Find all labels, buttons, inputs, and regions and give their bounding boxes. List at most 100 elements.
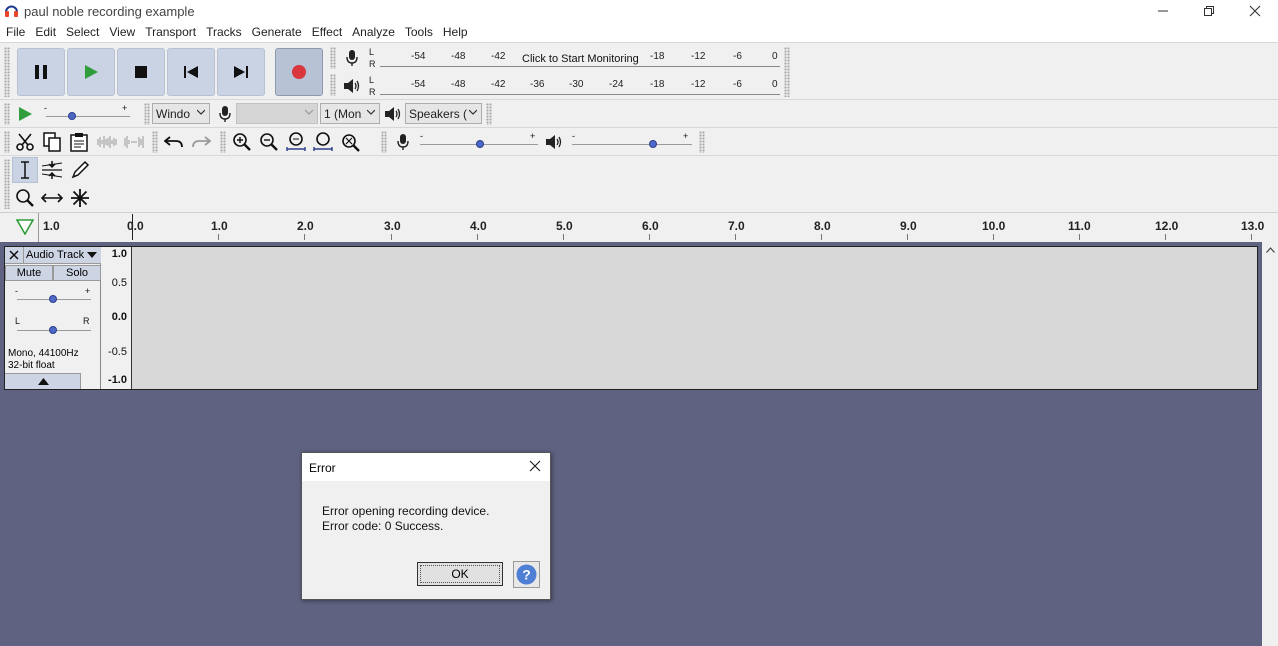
pause-button[interactable]: [17, 48, 65, 96]
meter-tick: -48: [451, 79, 466, 90]
undo-icon: [164, 136, 183, 148]
mute-button[interactable]: Mute: [5, 265, 53, 281]
playback-device-select[interactable]: Speakers (: [405, 103, 482, 124]
tools-toolbar-grip[interactable]: [4, 159, 10, 209]
audio-host-select[interactable]: Windo: [152, 103, 210, 124]
track-name-bar[interactable]: Audio Track: [5, 247, 101, 264]
record-button[interactable]: [275, 48, 323, 96]
ruler-tick: [1251, 234, 1252, 240]
playback-meter[interactable]: -54 -48 -42 -36 -30 -24 -18 -12 -6 0: [380, 74, 780, 98]
solo-button[interactable]: Solo: [53, 265, 101, 281]
scroll-up-arrow-icon[interactable]: [1266, 247, 1275, 253]
timeline-ruler[interactable]: 1.0 0.0 1.0 2.0 3.0 4.0 5.0 6.0 7.0 8.0 …: [0, 212, 1278, 242]
stop-button[interactable]: [117, 48, 165, 96]
menu-analyze[interactable]: Analyze: [352, 22, 395, 42]
track-menu-arrow-icon[interactable]: [87, 252, 97, 259]
menu-effect[interactable]: Effect: [312, 22, 342, 42]
menu-file[interactable]: File: [6, 22, 25, 42]
selection-tool-button[interactable]: [12, 157, 38, 183]
play-icon: [85, 65, 98, 79]
menu-tracks[interactable]: Tracks: [206, 22, 242, 42]
play-volume-slider-track[interactable]: [572, 144, 692, 145]
menu-select[interactable]: Select: [66, 22, 99, 42]
menu-tools[interactable]: Tools: [405, 22, 433, 42]
device-toolbar-grip[interactable]: [144, 103, 150, 125]
ok-button[interactable]: OK: [417, 562, 503, 586]
ruler-label: 3.0: [384, 219, 401, 233]
ruler-label: 12.0: [1155, 219, 1179, 233]
fit-project-button[interactable]: [310, 129, 336, 155]
speed-slider-thumb[interactable]: [68, 112, 76, 120]
speaker-icon: [385, 107, 401, 121]
trim-audio-button[interactable]: [94, 129, 120, 155]
undo-button[interactable]: [161, 129, 187, 155]
paste-button[interactable]: [66, 129, 92, 155]
speaker-meter-button[interactable]: [343, 76, 361, 96]
redo-button[interactable]: [188, 129, 214, 155]
trim-icon: [97, 136, 117, 148]
close-button[interactable]: [1232, 0, 1278, 22]
zoom-in-button[interactable]: [229, 129, 255, 155]
microphone-meter-button[interactable]: [343, 48, 361, 68]
zoom-toolbar-grip[interactable]: [220, 131, 226, 153]
waveform-area[interactable]: [133, 247, 1257, 389]
collapse-track-button[interactable]: [5, 373, 81, 389]
zoom-tool-button[interactable]: [12, 185, 38, 211]
meter-tick: -12: [691, 51, 706, 62]
silence-audio-button[interactable]: [121, 129, 147, 155]
fit-selection-button[interactable]: [283, 129, 309, 155]
audio-track[interactable]: Audio Track Mute Solo - + L R Mono, 4410…: [4, 246, 1258, 390]
meter-tick: -42: [491, 79, 506, 90]
record-meter[interactable]: -54 -48 -42 Click to Start Monitoring -1…: [380, 46, 780, 70]
menu-view[interactable]: View: [109, 22, 135, 42]
zoom-toggle-button[interactable]: [337, 129, 363, 155]
dialog-title-bar: Error: [302, 453, 550, 481]
transport-toolbar-grip[interactable]: [4, 47, 10, 97]
record-meter-grip[interactable]: [330, 47, 336, 69]
dialog-close-icon[interactable]: [528, 459, 542, 473]
help-button[interactable]: ?: [513, 561, 540, 588]
device-toolbar-end-grip: [486, 103, 492, 125]
track-area[interactable]: Audio Track Mute Solo - + L R Mono, 4410…: [0, 242, 1262, 646]
envelope-tool-button[interactable]: [39, 157, 65, 183]
start-monitoring-label[interactable]: Click to Start Monitoring: [522, 53, 639, 65]
undo-toolbar-grip[interactable]: [152, 131, 158, 153]
play-volume-slider-thumb[interactable]: [649, 140, 657, 148]
pan-slider-thumb[interactable]: [49, 326, 57, 334]
amplitude-label: 1.0: [111, 248, 127, 260]
playback-meter-grip[interactable]: [330, 74, 336, 96]
track-name[interactable]: Audio Track: [26, 249, 84, 261]
speed-slider-track[interactable]: [46, 116, 130, 117]
recording-channels-select[interactable]: 1 (Mon: [320, 103, 380, 124]
menu-transport[interactable]: Transport: [145, 22, 196, 42]
ruler-label: 1.0: [43, 219, 60, 233]
menu-help[interactable]: Help: [443, 22, 468, 42]
play-button[interactable]: [67, 48, 115, 96]
rec-volume-slider-thumb[interactable]: [476, 140, 484, 148]
skip-to-start-button[interactable]: [167, 48, 215, 96]
paste-icon: [70, 133, 88, 152]
gain-slider-thumb[interactable]: [49, 295, 57, 303]
menu-generate[interactable]: Generate: [252, 22, 302, 42]
copy-button[interactable]: [39, 129, 65, 155]
play-head-triangle-icon[interactable]: [16, 219, 34, 235]
draw-tool-button[interactable]: [67, 157, 93, 183]
time-shift-tool-button[interactable]: [39, 185, 65, 211]
close-track-icon[interactable]: [9, 250, 19, 260]
edit-toolbar-grip[interactable]: [4, 131, 10, 153]
mixer-toolbar-grip[interactable]: [381, 131, 387, 153]
zoom-out-button[interactable]: [256, 129, 282, 155]
playback-position-marker: [132, 214, 133, 240]
recording-device-select[interactable]: [236, 103, 318, 124]
menu-edit[interactable]: Edit: [35, 22, 56, 42]
minimize-button[interactable]: [1140, 0, 1186, 22]
skip-start-icon: [184, 66, 198, 78]
multi-tool-button[interactable]: [67, 185, 93, 211]
amplitude-ruler[interactable]: 1.0 0.5 0.0 -0.5 -1.0: [101, 247, 132, 389]
skip-to-end-button[interactable]: [217, 48, 265, 96]
cut-button[interactable]: [12, 129, 38, 155]
vertical-scrollbar[interactable]: [1262, 242, 1278, 646]
play-at-speed-button[interactable]: [12, 101, 38, 127]
restore-button[interactable]: [1186, 0, 1232, 22]
play-at-speed-grip[interactable]: [4, 103, 10, 125]
